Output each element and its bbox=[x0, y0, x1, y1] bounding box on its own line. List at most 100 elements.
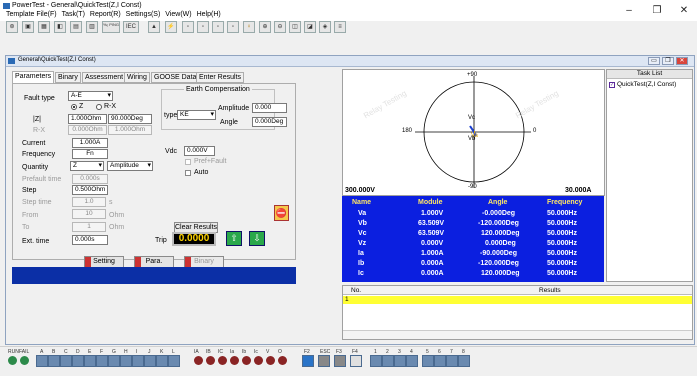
pref-fault-checkbox[interactable] bbox=[185, 159, 191, 165]
report-icon[interactable]: ▤ bbox=[70, 21, 82, 33]
step-up-icon[interactable]: ⇧ bbox=[226, 231, 242, 246]
connect-icon[interactable]: ⊛ bbox=[6, 21, 18, 33]
image-icon[interactable]: ◫ bbox=[289, 21, 301, 33]
step-input[interactable]: 0.500Ohm bbox=[72, 185, 108, 195]
meter-icon[interactable]: ▲ bbox=[148, 21, 160, 33]
stop-test-icon[interactable] bbox=[318, 355, 330, 367]
document-icon[interactable] bbox=[350, 355, 362, 367]
step-time-input[interactable]: 1.0 bbox=[72, 197, 106, 207]
r-input[interactable]: 0.000Ohm bbox=[68, 125, 107, 135]
chart-icon[interactable]: ▥ bbox=[86, 21, 98, 33]
ext-time-label: Ext. time bbox=[22, 238, 50, 245]
frequency-input[interactable]: Fn bbox=[72, 149, 108, 159]
list-icon[interactable]: ≡ bbox=[334, 21, 346, 33]
tab-binary[interactable]: Binary bbox=[55, 72, 81, 83]
phasor-label-left: 180 bbox=[402, 128, 413, 134]
tab-enter-results[interactable]: Enter Results bbox=[196, 72, 245, 83]
fault-type-select[interactable]: A-E bbox=[68, 91, 113, 101]
tab-assessment[interactable]: Assessment bbox=[82, 72, 127, 83]
meter-indicator-icon bbox=[254, 356, 263, 365]
output-icon bbox=[422, 355, 434, 367]
binary-input-icon bbox=[120, 355, 132, 367]
window-minimize-button[interactable]: ▭ bbox=[648, 57, 660, 65]
step-down-icon[interactable]: ⇩ bbox=[249, 231, 265, 246]
tab-goose-data[interactable]: GOOSE Data bbox=[151, 72, 200, 83]
print-icon[interactable]: ◈ bbox=[319, 21, 331, 33]
quantity-mode-select[interactable]: Amplitude bbox=[107, 161, 153, 171]
zoom-out-icon[interactable]: ⊖ bbox=[274, 21, 286, 33]
z-label: |Z| bbox=[33, 116, 41, 123]
window-icon-2[interactable]: ▫ bbox=[197, 21, 209, 33]
results-row[interactable] bbox=[343, 296, 692, 304]
current-input[interactable]: 1.000A bbox=[72, 138, 108, 148]
ext-time-input[interactable]: 0.000s bbox=[72, 235, 108, 245]
bulb-icon[interactable]: ♀ bbox=[243, 21, 255, 33]
phasor-label-bottom: -90 bbox=[468, 184, 477, 190]
to-unit: Ohm bbox=[109, 224, 125, 231]
type-select[interactable]: KE bbox=[177, 110, 216, 120]
fail-indicator-icon bbox=[20, 356, 29, 365]
rx-label: R-X bbox=[33, 127, 46, 134]
status-bar-blue bbox=[12, 267, 296, 284]
task-checkbox[interactable]: ✓ bbox=[609, 82, 615, 88]
phasor-diagram: +90 -90 180 0 Vc Va Vb 300.000V 30.000A … bbox=[342, 69, 605, 196]
binary-input-icon bbox=[132, 355, 144, 367]
results-scrollbar[interactable] bbox=[343, 330, 692, 339]
to-input[interactable]: 1 bbox=[72, 222, 106, 232]
z-magnitude-input[interactable]: 1.000Ohm bbox=[68, 114, 107, 124]
x-input[interactable]: 1.000Ohm bbox=[108, 125, 152, 135]
save-icon[interactable]: ▣ bbox=[22, 21, 34, 33]
meter-label-ia: Ia bbox=[230, 349, 235, 355]
pref-fault-label: Pref+Fault bbox=[194, 158, 227, 165]
tab-wiring[interactable]: Wiring bbox=[124, 72, 150, 83]
radio-z[interactable] bbox=[71, 104, 77, 110]
window-close-button[interactable]: ✕ bbox=[676, 57, 688, 65]
pause-icon[interactable] bbox=[334, 355, 346, 367]
amplitude-input[interactable]: 0.000 bbox=[252, 103, 287, 113]
maximize-button[interactable]: ❐ bbox=[650, 5, 664, 16]
menu-view[interactable]: View(W) bbox=[165, 11, 191, 18]
measure-cell: 50.000Hz bbox=[547, 230, 577, 237]
grid-icon[interactable]: ▦ bbox=[38, 21, 50, 33]
iec-button[interactable]: IEC bbox=[123, 21, 139, 33]
zoom-in-icon[interactable]: ⊕ bbox=[259, 21, 271, 33]
menu-settings[interactable]: Settings(S) bbox=[126, 11, 161, 18]
phasor-label-top: +90 bbox=[467, 72, 478, 78]
trip-label: Trip bbox=[155, 237, 167, 244]
earth-compensation-title: Earth Compensation bbox=[186, 86, 250, 93]
toolbar: ⊛ ▣ ▦ ◧ ▤ ▥ %ₒ PING IEC ▲ ⚡ ▫ ▫ ▫ ▫ ♀ ⊕ … bbox=[0, 21, 697, 35]
display-icon[interactable]: ◪ bbox=[304, 21, 316, 33]
close-button[interactable]: ✕ bbox=[677, 5, 691, 16]
play-icon[interactable] bbox=[302, 355, 314, 367]
quantity-select[interactable]: Z bbox=[70, 161, 104, 171]
from-input[interactable]: 10 bbox=[72, 209, 106, 219]
menu-help[interactable]: Help(H) bbox=[197, 11, 221, 18]
prefault-time-input[interactable]: 0.000s bbox=[72, 174, 108, 184]
auto-label: Auto bbox=[194, 169, 209, 176]
menu-template-file[interactable]: Template File(F) bbox=[6, 11, 57, 18]
measure-cell: 1.000V bbox=[421, 210, 444, 217]
binary-input-icon bbox=[72, 355, 84, 367]
menu-report[interactable]: Report(R) bbox=[90, 11, 121, 18]
measure-cell: -90.000Deg bbox=[480, 250, 517, 257]
auto-checkbox[interactable] bbox=[185, 170, 191, 176]
flash-icon[interactable]: ⚡ bbox=[165, 21, 177, 33]
window-restore-button[interactable]: ❐ bbox=[662, 57, 674, 65]
z-angle-input[interactable]: 90.000Deg bbox=[108, 114, 152, 124]
window-icon-3[interactable]: ▫ bbox=[212, 21, 224, 33]
vdc-input[interactable]: 0.000V bbox=[184, 146, 215, 156]
results-col-results: Results bbox=[539, 287, 561, 294]
angle-input[interactable]: 0.000Deg bbox=[252, 117, 287, 127]
task-list-item[interactable]: QuickTest(Z,I Const) bbox=[617, 81, 676, 88]
radio-rx[interactable] bbox=[96, 104, 102, 110]
ping-button[interactable]: %ₒ PING bbox=[102, 21, 120, 33]
measure-cell: Vz bbox=[358, 240, 367, 247]
menu-task[interactable]: Task(T) bbox=[62, 11, 85, 18]
binary-input-icon bbox=[156, 355, 168, 367]
para-button-label: Para. bbox=[145, 258, 163, 265]
stop-icon[interactable]: ◧ bbox=[54, 21, 66, 33]
quantity-label: Quantity bbox=[22, 164, 49, 171]
window-icon-4[interactable]: ▫ bbox=[227, 21, 239, 33]
minimize-button[interactable]: – bbox=[622, 5, 636, 16]
window-icon-1[interactable]: ▫ bbox=[182, 21, 194, 33]
